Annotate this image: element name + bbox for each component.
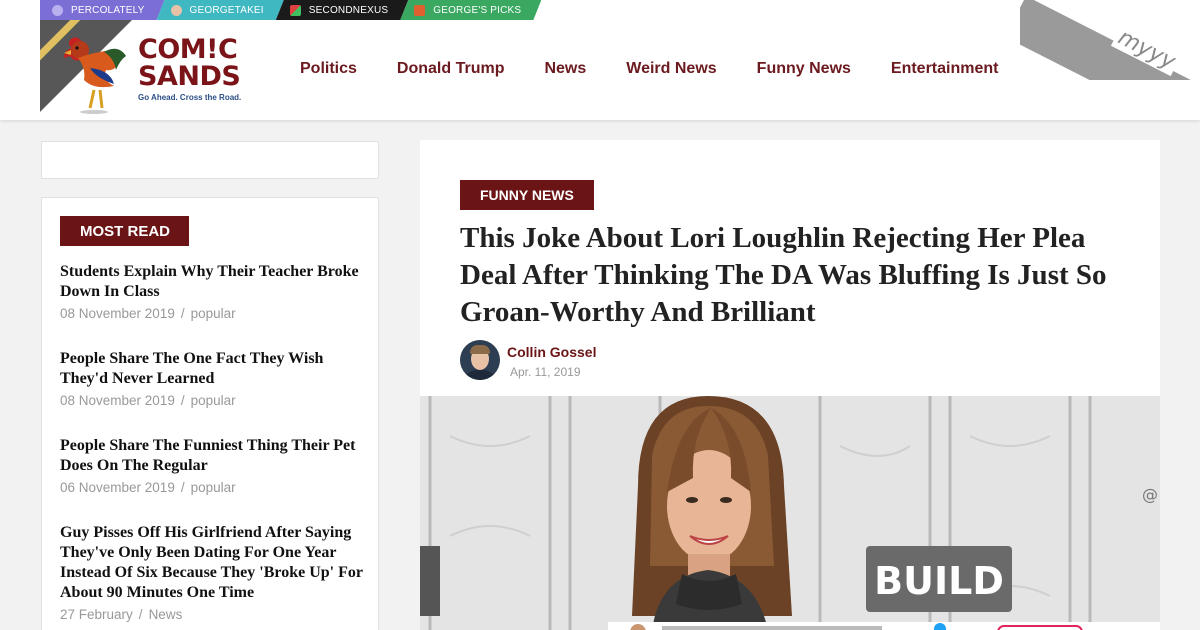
logo-wordmark: COM!C SANDS [138,34,241,92]
list-item-category[interactable]: popular [191,393,236,408]
network-tab-georgetakei[interactable]: GEORGETAKEI [157,0,284,20]
hero-photo-illustration: BUILD @ [420,396,1160,630]
list-item-meta: 06 November 2019 / popular [60,478,366,498]
avatar[interactable] [460,340,500,380]
network-tab-label: PERCOLATELY [71,4,145,16]
meta-separator: / [138,607,143,622]
secondnexus-icon [290,5,301,16]
logo-line-1: COM!C [138,34,238,65]
meta-separator: / [180,480,185,495]
gift-icon [414,5,425,16]
article-hero-image: BUILD @ [420,396,1160,630]
nav-item-weird-news[interactable]: Weird News [626,60,716,78]
list-item-category[interactable]: popular [191,306,236,321]
author-text: Collin Gossel Apr. 11, 2019 [507,340,596,380]
most-read-widget: MOST READ Students Explain Why Their Tea… [41,197,379,630]
network-tab-georges-picks[interactable]: GEORGE'S PICKS [400,0,541,20]
list-item-title[interactable]: Students Explain Why Their Teacher Broke… [60,262,366,302]
article-date: Apr. 11, 2019 [510,365,581,379]
avatar-hair [470,345,490,354]
list-item[interactable]: Guy Pisses Off His Girlfriend After Sayi… [60,523,366,625]
nav-item-entertainment[interactable]: Entertainment [891,60,999,78]
list-item[interactable]: Students Explain Why Their Teacher Broke… [60,262,366,324]
network-tab-percolately[interactable]: PERCOLATELY [40,0,165,20]
list-item-category[interactable]: popular [191,480,236,495]
nav-item-donald-trump[interactable]: Donald Trump [397,60,505,78]
article-headline: This Joke About Lori Loughlin Rejecting … [460,222,1107,328]
list-item[interactable]: People Share The Funniest Thing Their Pe… [60,436,366,498]
list-item-date: 08 November 2019 [60,393,175,408]
most-read-title: MOST READ [60,216,189,246]
list-item-title[interactable]: Guy Pisses Off His Girlfriend After Sayi… [60,523,366,603]
nav-item-funny-news[interactable]: Funny News [757,60,851,78]
list-item-title[interactable]: People Share The One Fact They Wish They… [60,349,366,389]
logo-line-2: SANDS [138,61,241,92]
photo-at-symbol: @ [1142,485,1158,504]
category-badge[interactable]: FUNNY NEWS [460,180,594,210]
network-tab-secondnexus[interactable]: SECONDNEXUS [276,0,408,20]
author-name[interactable]: Collin Gossel [507,344,596,360]
list-item-meta: 27 February / News [60,605,366,625]
most-read-list: Students Explain Why Their Teacher Broke… [60,262,366,630]
list-item-date: 27 February [60,607,133,622]
main-nav: Politics Donald Trump News Weird News Fu… [300,60,1038,78]
avatar-shirt [463,370,497,380]
ohmyyy-corner-logo[interactable]: oh myyy [1020,0,1200,80]
network-bar: PERCOLATELY GEORGETAKEI SECONDNEXUS GEOR… [40,0,533,20]
network-tab-label: SECONDNEXUS [308,4,389,16]
rooster-icon [64,37,126,114]
list-item[interactable]: People Share The One Fact They Wish They… [60,349,366,411]
network-tab-label: GEORGE'S PICKS [433,4,522,16]
list-item-date: 06 November 2019 [60,480,175,495]
article-card: FUNNY NEWS This Joke About Lori Loughlin… [420,140,1160,630]
sidebar-ad-slot [41,141,379,179]
percolately-icon [52,5,63,16]
nav-item-politics[interactable]: Politics [300,60,357,78]
meta-separator: / [180,306,185,321]
author-byline: Collin Gossel Apr. 11, 2019 [460,340,596,380]
list-item-meta: 08 November 2019 / popular [60,304,366,324]
meta-separator: / [180,393,185,408]
list-item-date: 08 November 2019 [60,306,175,321]
logo-tagline: Go Ahead. Cross the Road. [138,93,242,102]
network-tab-label: GEORGETAKEI [189,4,264,16]
list-item-meta: 08 November 2019 / popular [60,391,366,411]
list-item-category[interactable]: News [149,607,183,622]
list-item-title[interactable]: People Share The Funniest Thing Their Pe… [60,436,366,476]
nav-item-news[interactable]: News [544,60,586,78]
build-sign-text: BUILD [874,559,1004,603]
georgetakei-icon [171,5,182,16]
comic-sands-logo[interactable]: COM!C SANDS Go Ahead. Cross the Road. [40,20,242,118]
